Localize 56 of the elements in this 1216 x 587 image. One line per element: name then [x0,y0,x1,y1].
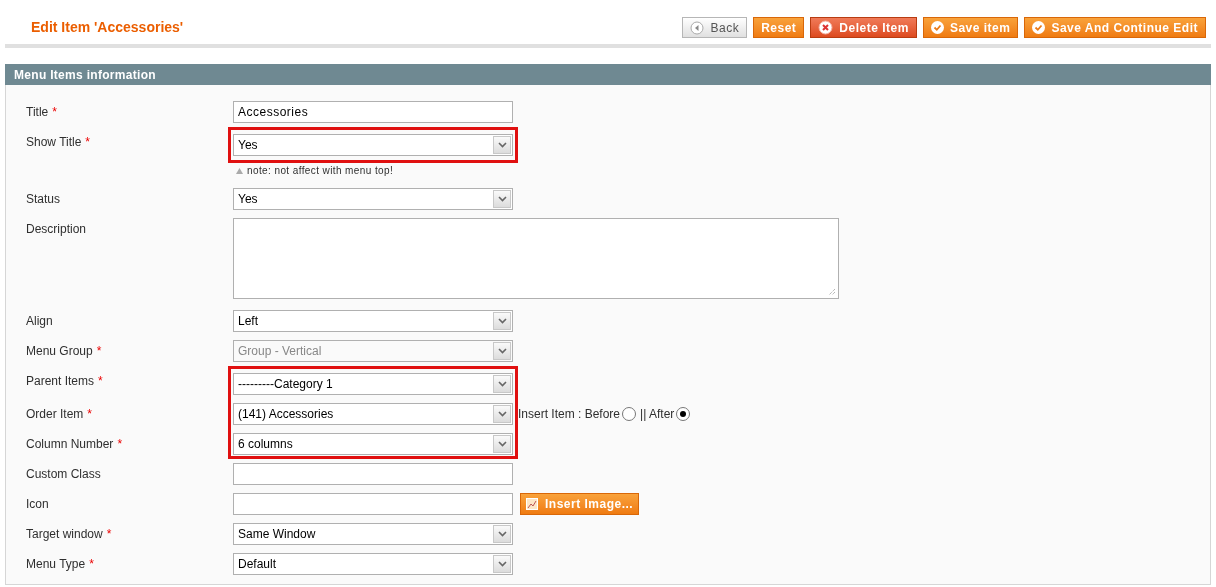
description-textarea[interactable] [233,218,839,299]
chevron-down-icon [497,196,507,202]
chevron-down-icon [497,142,507,148]
required-mark: * [96,343,102,360]
field-label: Parent Items [26,373,95,390]
select-field[interactable]: (141) Accessories [233,403,513,425]
field-label: Column Number [26,436,114,453]
resize-grip-icon [828,288,836,296]
chevron-down-icon [497,318,507,324]
field-label: Custom Class [26,466,101,483]
select-field[interactable]: Left [233,310,513,332]
chevron-down-icon [497,411,507,417]
select-field[interactable]: 6 columns [233,433,513,455]
required-mark: * [98,373,103,390]
required-mark: * [85,134,91,151]
required-mark: * [52,104,57,121]
close-icon [818,20,834,35]
triangle-icon [236,167,243,174]
toolbar-button[interactable]: Back [682,17,748,38]
field-label: Target window [26,526,103,543]
required-mark: * [87,406,93,423]
radio-label: || After [640,406,675,423]
required-mark: * [117,436,123,453]
field-label: Icon [26,496,49,513]
field-note: note: not affect with menu top! [247,164,394,178]
field-label: Description [26,221,87,238]
select-field[interactable]: Yes [233,188,513,210]
check-icon [1032,21,1046,34]
radio-label: Insert Item : Before [518,406,621,423]
field-label: Show Title [26,134,82,151]
chevron-down-icon [497,381,507,387]
field-label: Status [26,191,61,208]
select-field[interactable]: ---------Category 1 [233,373,513,395]
select-field[interactable]: Same Window [233,523,513,545]
image-icon [526,498,538,510]
page-title: Edit Item 'Accessories' [31,18,184,37]
input-field[interactable] [233,493,513,515]
select-field[interactable]: Default [233,553,513,575]
radio-button[interactable] [676,407,691,421]
chevron-down-icon [497,561,507,567]
field-label: Align [26,313,53,330]
required-mark: * [89,556,94,573]
select-field[interactable]: Yes [233,134,513,156]
radio-button[interactable] [622,407,637,421]
field-label: Order Item [26,406,84,423]
input-field[interactable]: Accessories [233,101,513,123]
chevron-down-icon [497,348,507,354]
input-field[interactable] [233,463,513,485]
chevron-down-icon [497,441,507,447]
field-label: Menu Type [26,556,86,573]
field-label: Title [26,104,49,121]
check-icon [930,21,944,34]
field-label: Menu Group [26,343,93,360]
required-mark: * [106,526,112,543]
chevron-down-icon [497,531,507,537]
section-header: Menu Items information [5,64,1211,85]
